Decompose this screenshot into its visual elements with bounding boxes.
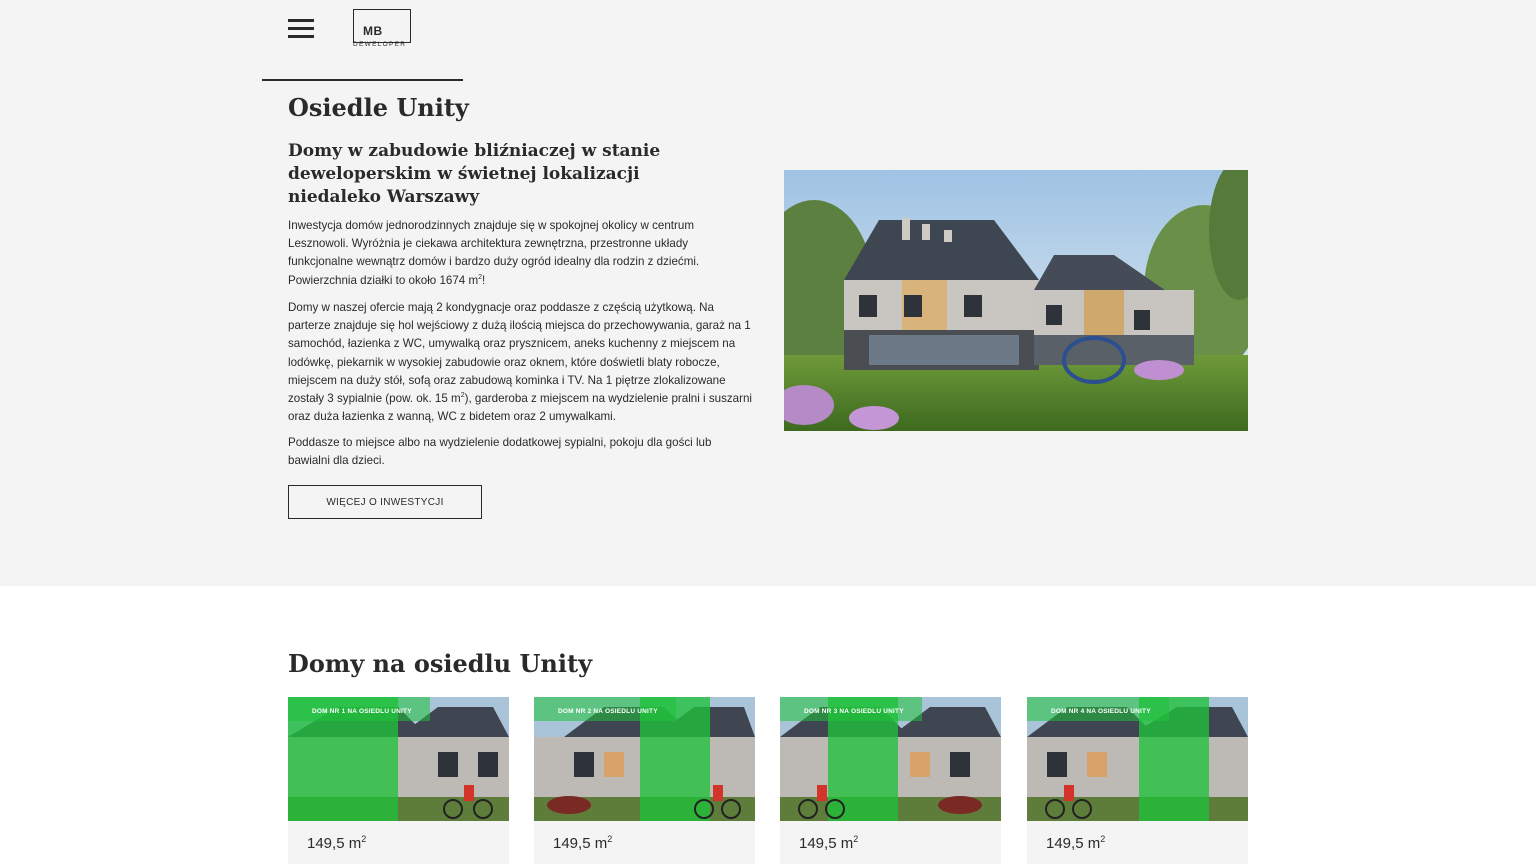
house-card-tag: DOM NR 1 NA OSIEDLU UNITY (312, 708, 412, 715)
page-subtitle: Domy w zabudowie bliźniaczej w stanie de… (288, 141, 661, 207)
layout-paragraph: Domy w naszej ofercie mają 2 kondygnacje… (288, 301, 753, 424)
hero-house-image (784, 170, 1248, 431)
hamburger-menu-icon[interactable] (288, 19, 314, 39)
house-card-4[interactable]: DOM NR 4 NA OSIEDLU UNITY 149,5 m2 (1027, 697, 1248, 864)
house-card-tag: DOM NR 4 NA OSIEDLU UNITY (1051, 708, 1151, 715)
house-card-tag: DOM NR 2 NA OSIEDLU UNITY (558, 708, 658, 715)
house-card-image (288, 697, 509, 821)
house-card-area: 149,5 m2 (553, 834, 613, 853)
house-card-2[interactable]: DOM NR 2 NA OSIEDLU UNITY 149,5 m2 (534, 697, 755, 864)
house-card-area: 149,5 m2 (307, 834, 367, 853)
house-card-3[interactable]: DOM NR 3 NA OSIEDLU UNITY 149,5 m2 (780, 697, 1001, 864)
house-card-image (534, 697, 755, 821)
logo[interactable]: MB DEWELOPER (353, 9, 413, 51)
house-card-image (780, 697, 1001, 821)
logo-mark: MB (362, 24, 384, 38)
house-card-area: 149,5 m2 (1046, 834, 1106, 853)
intro-paragraph: Inwestycja domów jednorodzinnych znajduj… (288, 219, 700, 287)
house-card-area: 149,5 m2 (799, 834, 859, 853)
title-rule (262, 79, 463, 81)
house-card-1[interactable]: DOM NR 1 NA OSIEDLU UNITY 149,5 m2 (288, 697, 509, 864)
houses-section-title: Domy na osiedlu Unity (288, 649, 593, 678)
page-title: Osiedle Unity (288, 93, 469, 122)
attic-paragraph: Poddasze to miejsce albo na wydzielenie … (288, 436, 712, 468)
house-card-image (1027, 697, 1248, 821)
more-about-investment-button[interactable]: WIĘCEJ O INWESTYCJI (288, 485, 482, 519)
house-card-tag: DOM NR 3 NA OSIEDLU UNITY (804, 708, 904, 715)
hero-section: MB DEWELOPER Osiedle Unity Domy w zabudo… (0, 0, 1536, 586)
logo-subtitle: DEWELOPER (353, 41, 407, 48)
